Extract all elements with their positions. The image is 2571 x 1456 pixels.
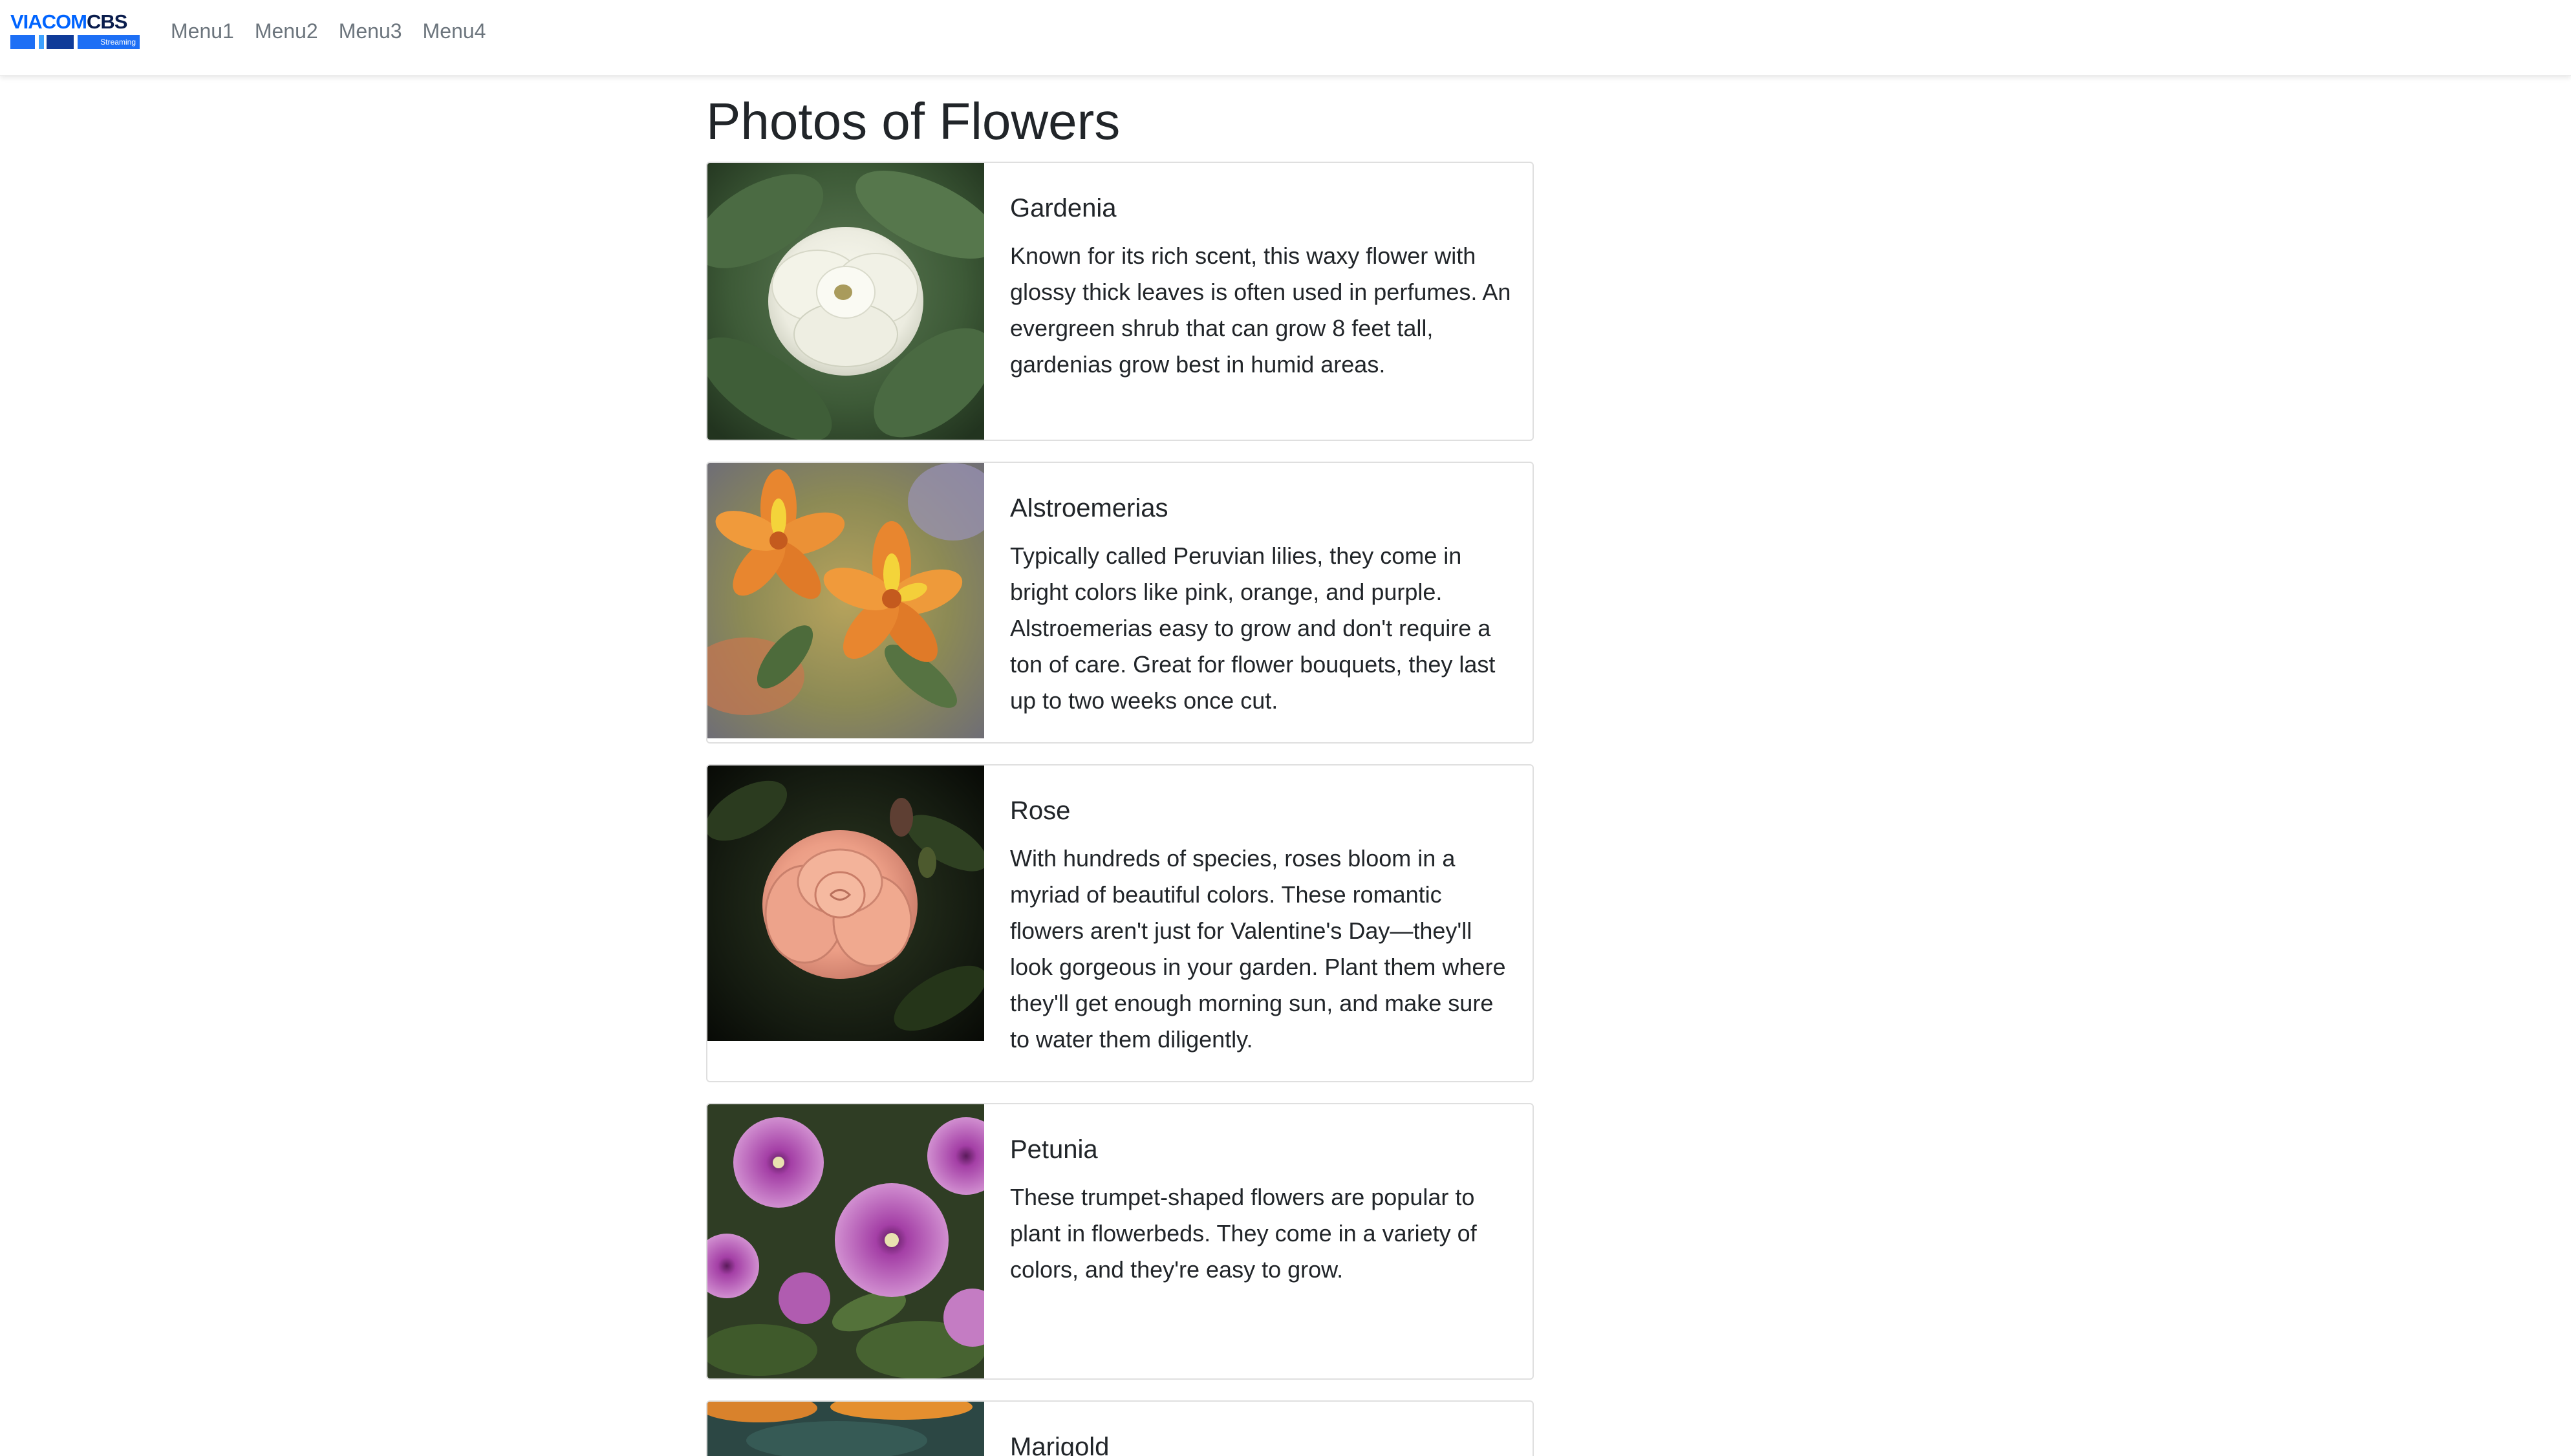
rose-image (707, 765, 984, 1041)
card-description: These trumpet-shaped flowers are popular… (1010, 1184, 1477, 1283)
card-title: Gardenia (1010, 194, 1117, 222)
flower-card-gardenia: Gardenia Known for its rich scent, this … (706, 162, 1534, 441)
menu-item-2[interactable]: Menu2 (255, 18, 318, 44)
marigold-image (707, 1402, 984, 1456)
petunia-image (707, 1104, 984, 1378)
alstroemerias-photo (707, 463, 984, 738)
logo-text-viacom: VIACOM (10, 10, 87, 33)
logo-wordmark: VIACOMCBS (10, 10, 127, 34)
top-navbar: VIACOMCBS Streaming Menu1 Menu2 Menu3 Me… (0, 0, 2571, 76)
petunia-photo (707, 1104, 984, 1378)
logo-bar-1 (10, 35, 35, 49)
page-title: Photos of Flowers (706, 92, 1121, 150)
card-description: Typically called Peruvian lilies, they c… (1010, 542, 1496, 714)
viacomcbs-streaming-logo[interactable]: VIACOMCBS Streaming (10, 10, 141, 50)
card-description: With hundreds of species, roses bloom in… (1010, 845, 1506, 1053)
alstroemerias-image (707, 463, 984, 738)
menu-item-4[interactable]: Menu4 (423, 18, 486, 44)
logo-streaming-label: Streaming (78, 35, 140, 49)
card-description: Known for its rich scent, this waxy flow… (1010, 242, 1511, 378)
menu-item-3[interactable]: Menu3 (339, 18, 402, 44)
flower-card-alstroemerias: Alstroemerias Typically called Peruvian … (706, 462, 1534, 744)
rose-photo (707, 765, 984, 1041)
menu-item-1[interactable]: Menu1 (171, 18, 234, 44)
main-menu: Menu1 Menu2 Menu3 Menu4 (171, 18, 486, 44)
card-title: Alstroemerias (1010, 494, 1168, 522)
logo-color-bars: Streaming (10, 35, 140, 49)
card-title: Rose (1010, 797, 1071, 825)
card-title: Petunia (1010, 1135, 1098, 1164)
gardenia-image (707, 163, 984, 440)
flower-card-petunia: Petunia These trumpet-shaped flowers are… (706, 1103, 1534, 1380)
flower-card-marigold: Marigold (706, 1400, 1534, 1456)
logo-bar-2 (39, 35, 44, 49)
flower-card-rose: Rose With hundreds of species, roses blo… (706, 764, 1534, 1082)
card-title: Marigold (1010, 1433, 1110, 1456)
logo-text-cbs: CBS (87, 10, 127, 33)
logo-bar-3 (47, 35, 74, 49)
gardenia-photo (707, 163, 984, 440)
marigold-photo (707, 1402, 984, 1456)
